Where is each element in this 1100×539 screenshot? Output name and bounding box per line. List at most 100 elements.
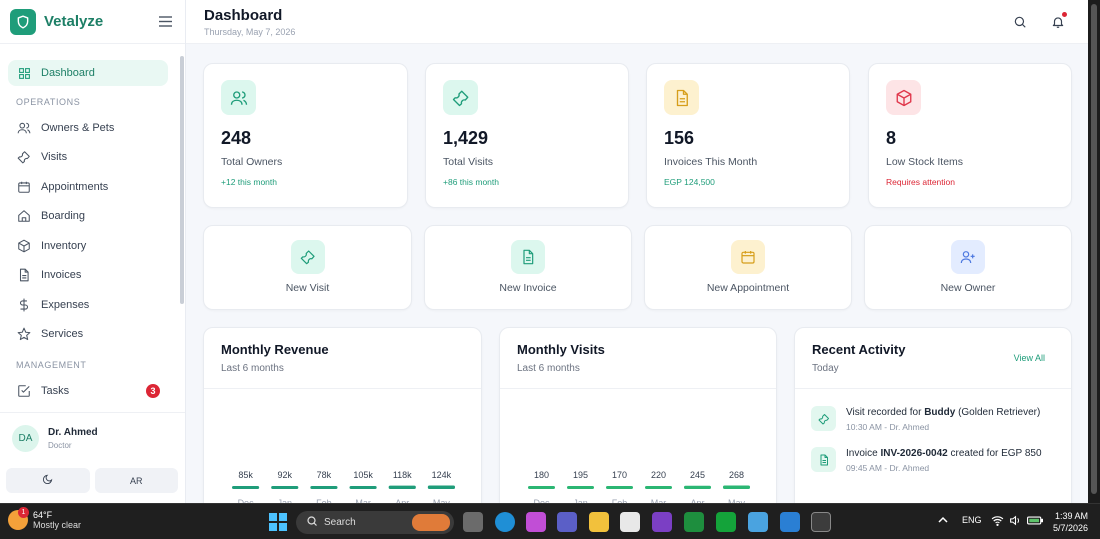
stat-card-owners: 248 Total Owners +12 this month	[203, 63, 408, 208]
monthly-visits-panel: Monthly Visits Last 6 months 180Dec195Ja…	[499, 327, 777, 503]
bar-mar[interactable]	[645, 486, 672, 489]
sidebar-item-tasks[interactable]: Tasks 3	[8, 376, 168, 406]
sidebar-item-label: Services	[41, 328, 84, 341]
clock-time: 1:39 AM	[1054, 511, 1088, 521]
bar-value-label: 105k	[353, 470, 373, 480]
check-square-icon	[16, 383, 32, 399]
bar-value-label: 92k	[277, 470, 292, 480]
activity-time: 10:30 AM - Dr. Ahmed	[846, 422, 930, 432]
quick-action-label: New Appointment	[706, 282, 790, 294]
stat-sub: +86 this month	[443, 177, 499, 187]
xbox-icon[interactable]	[716, 512, 736, 532]
activity-item[interactable]: Visit recorded for Buddy (Golden Retriev…	[811, 406, 1061, 432]
file-icon	[511, 240, 545, 274]
sidebar-item-visits[interactable]: Visits	[8, 143, 168, 173]
sidebar-item-owners-pets[interactable]: Owners & Pets	[8, 113, 168, 143]
user-plus-icon	[951, 240, 985, 274]
bar-value-label: 180	[534, 470, 549, 480]
bar-value-label: 268	[729, 470, 744, 480]
notification-dot	[1062, 12, 1067, 17]
bar-dec[interactable]	[528, 486, 555, 489]
copilot-icon[interactable]	[526, 512, 546, 532]
theme-toggle-button[interactable]	[6, 468, 90, 493]
sidebar-item-invoices[interactable]: Invoices	[8, 261, 168, 291]
taskbar: 1 64°F Mostly clear Search ENG 1:39 AM 5…	[0, 503, 1100, 539]
bar-may[interactable]	[427, 485, 455, 490]
sidebar-item-expenses[interactable]: Expenses	[8, 290, 168, 320]
battery-icon[interactable]	[1027, 515, 1043, 528]
sidebar-scrollbar[interactable]	[180, 56, 184, 304]
bar-feb[interactable]	[606, 486, 633, 489]
wrench-icon	[16, 149, 32, 165]
search-icon[interactable]	[1010, 12, 1030, 32]
new-visit-button[interactable]: New Visit	[203, 225, 412, 310]
user-role: Doctor	[48, 441, 72, 450]
teams-icon[interactable]	[557, 512, 577, 532]
new-invoice-button[interactable]: New Invoice	[424, 225, 632, 310]
sidebar-item-label: Inventory	[41, 239, 87, 252]
section-operations: OPERATIONS	[16, 97, 81, 107]
bar-jan[interactable]	[567, 486, 594, 489]
stat-sub: Requires attention	[886, 177, 955, 187]
bar-apr[interactable]	[684, 485, 711, 489]
chevron-up-icon[interactable]	[938, 515, 948, 527]
file-icon	[811, 447, 836, 472]
clock[interactable]: 1:39 AM 5/7/2026	[1053, 510, 1088, 534]
vscode-icon[interactable]	[780, 512, 800, 532]
bar-may[interactable]	[723, 485, 750, 490]
sidebar-item-dashboard[interactable]: Dashboard	[8, 60, 168, 86]
meet-icon[interactable]	[684, 512, 704, 532]
new-appointment-button[interactable]: New Appointment	[644, 225, 852, 310]
bar-feb[interactable]	[310, 486, 338, 489]
wifi-icon[interactable]	[991, 515, 1004, 528]
hamburger-icon[interactable]	[155, 12, 175, 32]
task-view-icon[interactable]	[463, 512, 483, 532]
visits-chart: 180Dec195Jan170Feb220Mar245Apr268May	[528, 470, 750, 503]
section-management: MANAGEMENT	[16, 360, 87, 370]
user-profile[interactable]: DA Dr. Ahmed Doctor	[0, 412, 185, 464]
search-highlight-icon	[412, 514, 450, 531]
revenue-chart: 85kDec92kJan78kFeb105kMar118kApr124kMay	[232, 470, 455, 503]
star-icon	[16, 326, 32, 342]
monthly-revenue-panel: Monthly Revenue Last 6 months 85kDec92kJ…	[203, 327, 482, 503]
view-all-link[interactable]: View All	[1014, 353, 1045, 363]
quick-action-label: New Invoice	[499, 282, 557, 294]
sidebar-item-services[interactable]: Services	[8, 320, 168, 350]
sidebar-item-label: Visits	[41, 151, 68, 164]
edge-icon[interactable]	[495, 512, 515, 532]
sidebar-item-appointments[interactable]: Appointments	[8, 172, 168, 202]
activity-text: Visit recorded for Buddy (Golden Retriev…	[846, 407, 1041, 418]
language-indicator[interactable]: ENG	[962, 515, 982, 525]
bar-apr[interactable]	[388, 485, 416, 489]
activity-item[interactable]: Invoice INV-2026-0042 created for EGP 85…	[811, 447, 1061, 473]
new-owner-button[interactable]: New Owner	[864, 225, 1072, 310]
bar-mar[interactable]	[349, 486, 377, 489]
bell-icon[interactable]	[1048, 12, 1068, 32]
calendar-icon	[16, 179, 32, 195]
recent-activity-panel: Recent Activity Today View All Visit rec…	[794, 327, 1072, 503]
terminal-icon[interactable]	[811, 512, 831, 532]
stat-label: Total Owners	[221, 156, 283, 168]
language-button[interactable]: AR	[94, 468, 178, 493]
stat-sub: EGP 124,500	[664, 177, 715, 187]
bar-dec[interactable]	[232, 486, 260, 489]
activity-subject: Buddy	[924, 407, 956, 418]
avatar: DA	[12, 425, 39, 452]
bar-jan[interactable]	[271, 486, 299, 489]
volume-icon[interactable]	[1009, 515, 1022, 528]
weather-widget[interactable]: 1 64°F Mostly clear	[8, 507, 81, 530]
sidebar-item-inventory[interactable]: Inventory	[8, 231, 168, 261]
sidebar-item-boarding[interactable]: Boarding	[8, 202, 168, 232]
file-explorer-icon[interactable]	[589, 512, 609, 532]
window-scrollbar[interactable]	[1088, 0, 1100, 503]
stat-value: 156	[664, 128, 695, 148]
notepad-icon[interactable]	[748, 512, 768, 532]
bar-value-label: 85k	[238, 470, 253, 480]
store-icon[interactable]	[620, 512, 640, 532]
panel-subtitle: Today	[812, 363, 839, 374]
sidebar-item-label: Dashboard	[41, 67, 95, 79]
start-icon[interactable]	[268, 512, 288, 532]
taskbar-search[interactable]: Search	[296, 511, 454, 534]
app-icon-purple[interactable]	[652, 512, 672, 532]
stat-label: Invoices This Month	[664, 156, 758, 168]
